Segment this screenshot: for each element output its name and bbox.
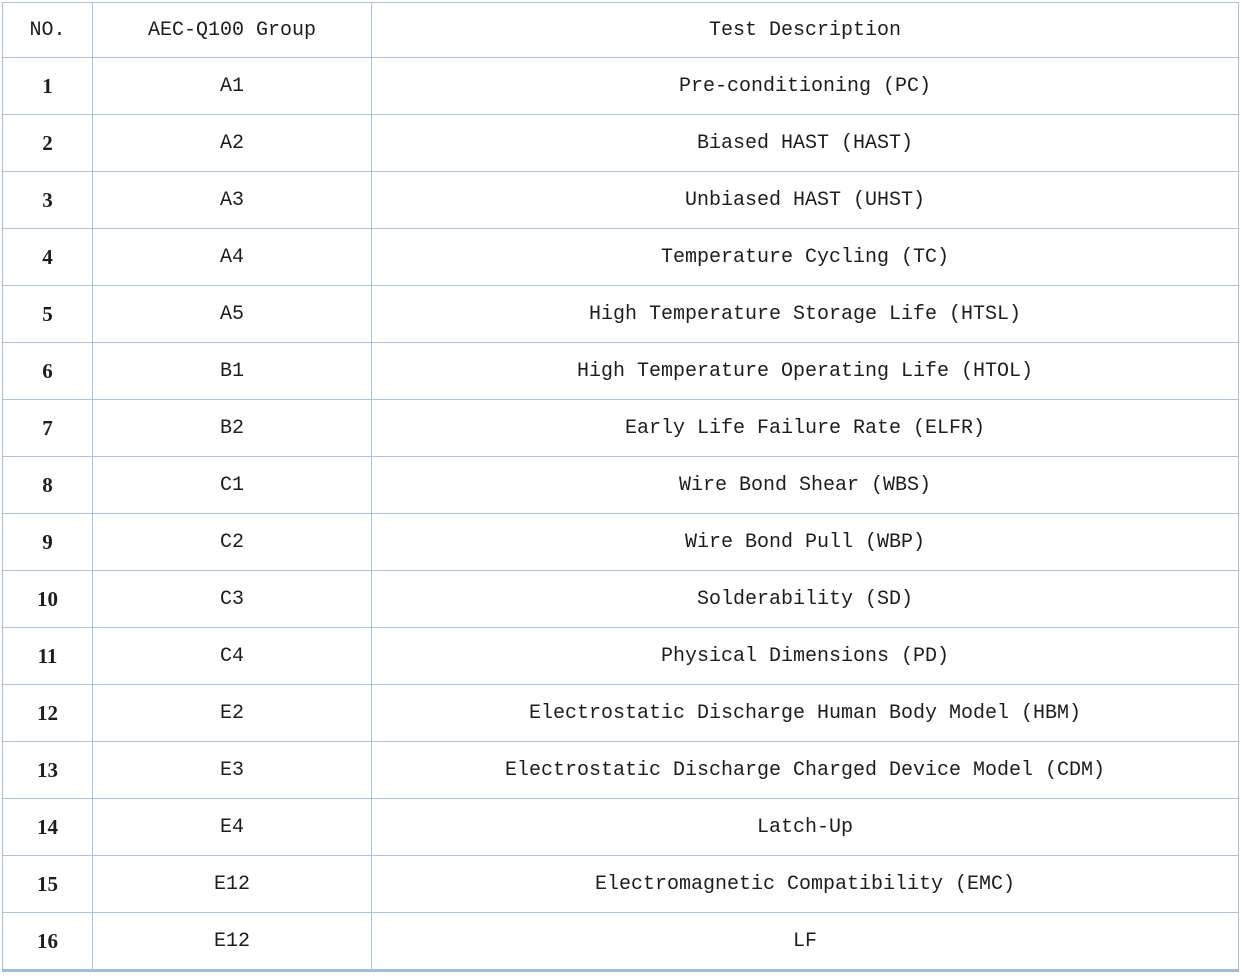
- table-row: 16E12LF: [3, 913, 1239, 971]
- no-cell: 6: [3, 343, 93, 400]
- column-header-no: NO.: [3, 3, 93, 58]
- group-cell: E3: [93, 742, 372, 799]
- no-cell: 5: [3, 286, 93, 343]
- desc-cell: LF: [372, 913, 1239, 971]
- group-cell: C2: [93, 514, 372, 571]
- table-header: NO. AEC-Q100 Group Test Description: [3, 3, 1239, 58]
- desc-cell: Physical Dimensions (PD): [372, 628, 1239, 685]
- no-cell: 12: [3, 685, 93, 742]
- group-cell: C4: [93, 628, 372, 685]
- no-cell: 14: [3, 799, 93, 856]
- group-cell: B1: [93, 343, 372, 400]
- desc-cell: Early Life Failure Rate (ELFR): [372, 400, 1239, 457]
- desc-cell: High Temperature Operating Life (HTOL): [372, 343, 1239, 400]
- table-row: 5A5High Temperature Storage Life (HTSL): [3, 286, 1239, 343]
- no-cell: 9: [3, 514, 93, 571]
- table-row: 13E3Electrostatic Discharge Charged Devi…: [3, 742, 1239, 799]
- no-cell: 15: [3, 856, 93, 913]
- table-row: 4A4Temperature Cycling (TC): [3, 229, 1239, 286]
- group-cell: E2: [93, 685, 372, 742]
- table-row: 14E4Latch-Up: [3, 799, 1239, 856]
- desc-cell: Wire Bond Pull (WBP): [372, 514, 1239, 571]
- desc-cell: Unbiased HAST (UHST): [372, 172, 1239, 229]
- group-cell: A1: [93, 58, 372, 115]
- aec-q100-test-table: NO. AEC-Q100 Group Test Description 1A1P…: [2, 2, 1239, 972]
- table-row: 10C3Solderability (SD): [3, 571, 1239, 628]
- desc-cell: High Temperature Storage Life (HTSL): [372, 286, 1239, 343]
- group-cell: A2: [93, 115, 372, 172]
- group-cell: E4: [93, 799, 372, 856]
- desc-cell: Wire Bond Shear (WBS): [372, 457, 1239, 514]
- desc-cell: Electrostatic Discharge Human Body Model…: [372, 685, 1239, 742]
- column-header-aec-q100-group: AEC-Q100 Group: [93, 3, 372, 58]
- group-cell: E12: [93, 856, 372, 913]
- desc-cell: Temperature Cycling (TC): [372, 229, 1239, 286]
- group-cell: E12: [93, 913, 372, 971]
- table-row: 8C1Wire Bond Shear (WBS): [3, 457, 1239, 514]
- desc-cell: Biased HAST (HAST): [372, 115, 1239, 172]
- desc-cell: Solderability (SD): [372, 571, 1239, 628]
- group-cell: B2: [93, 400, 372, 457]
- no-cell: 4: [3, 229, 93, 286]
- table-row: 6B1High Temperature Operating Life (HTOL…: [3, 343, 1239, 400]
- no-cell: 2: [3, 115, 93, 172]
- table-row: 15E12Electromagnetic Compatibility (EMC): [3, 856, 1239, 913]
- desc-cell: Pre-conditioning (PC): [372, 58, 1239, 115]
- no-cell: 1: [3, 58, 93, 115]
- no-cell: 16: [3, 913, 93, 971]
- table-row: 7B2Early Life Failure Rate (ELFR): [3, 400, 1239, 457]
- table-row: 9C2Wire Bond Pull (WBP): [3, 514, 1239, 571]
- desc-cell: Electromagnetic Compatibility (EMC): [372, 856, 1239, 913]
- column-header-test-description: Test Description: [372, 3, 1239, 58]
- group-cell: C1: [93, 457, 372, 514]
- group-cell: C3: [93, 571, 372, 628]
- header-row: NO. AEC-Q100 Group Test Description: [3, 3, 1239, 58]
- table-row: 11C4Physical Dimensions (PD): [3, 628, 1239, 685]
- desc-cell: Latch-Up: [372, 799, 1239, 856]
- table-row: 12E2Electrostatic Discharge Human Body M…: [3, 685, 1239, 742]
- desc-cell: Electrostatic Discharge Charged Device M…: [372, 742, 1239, 799]
- table-row: 2A2Biased HAST (HAST): [3, 115, 1239, 172]
- group-cell: A3: [93, 172, 372, 229]
- aec-q100-test-table-container: NO. AEC-Q100 Group Test Description 1A1P…: [0, 0, 1242, 972]
- no-cell: 8: [3, 457, 93, 514]
- table-row: 3A3Unbiased HAST (UHST): [3, 172, 1239, 229]
- group-cell: A5: [93, 286, 372, 343]
- table-row: 1A1Pre-conditioning (PC): [3, 58, 1239, 115]
- no-cell: 13: [3, 742, 93, 799]
- group-cell: A4: [93, 229, 372, 286]
- no-cell: 11: [3, 628, 93, 685]
- no-cell: 3: [3, 172, 93, 229]
- no-cell: 7: [3, 400, 93, 457]
- table-body: 1A1Pre-conditioning (PC)2A2Biased HAST (…: [3, 58, 1239, 971]
- no-cell: 10: [3, 571, 93, 628]
